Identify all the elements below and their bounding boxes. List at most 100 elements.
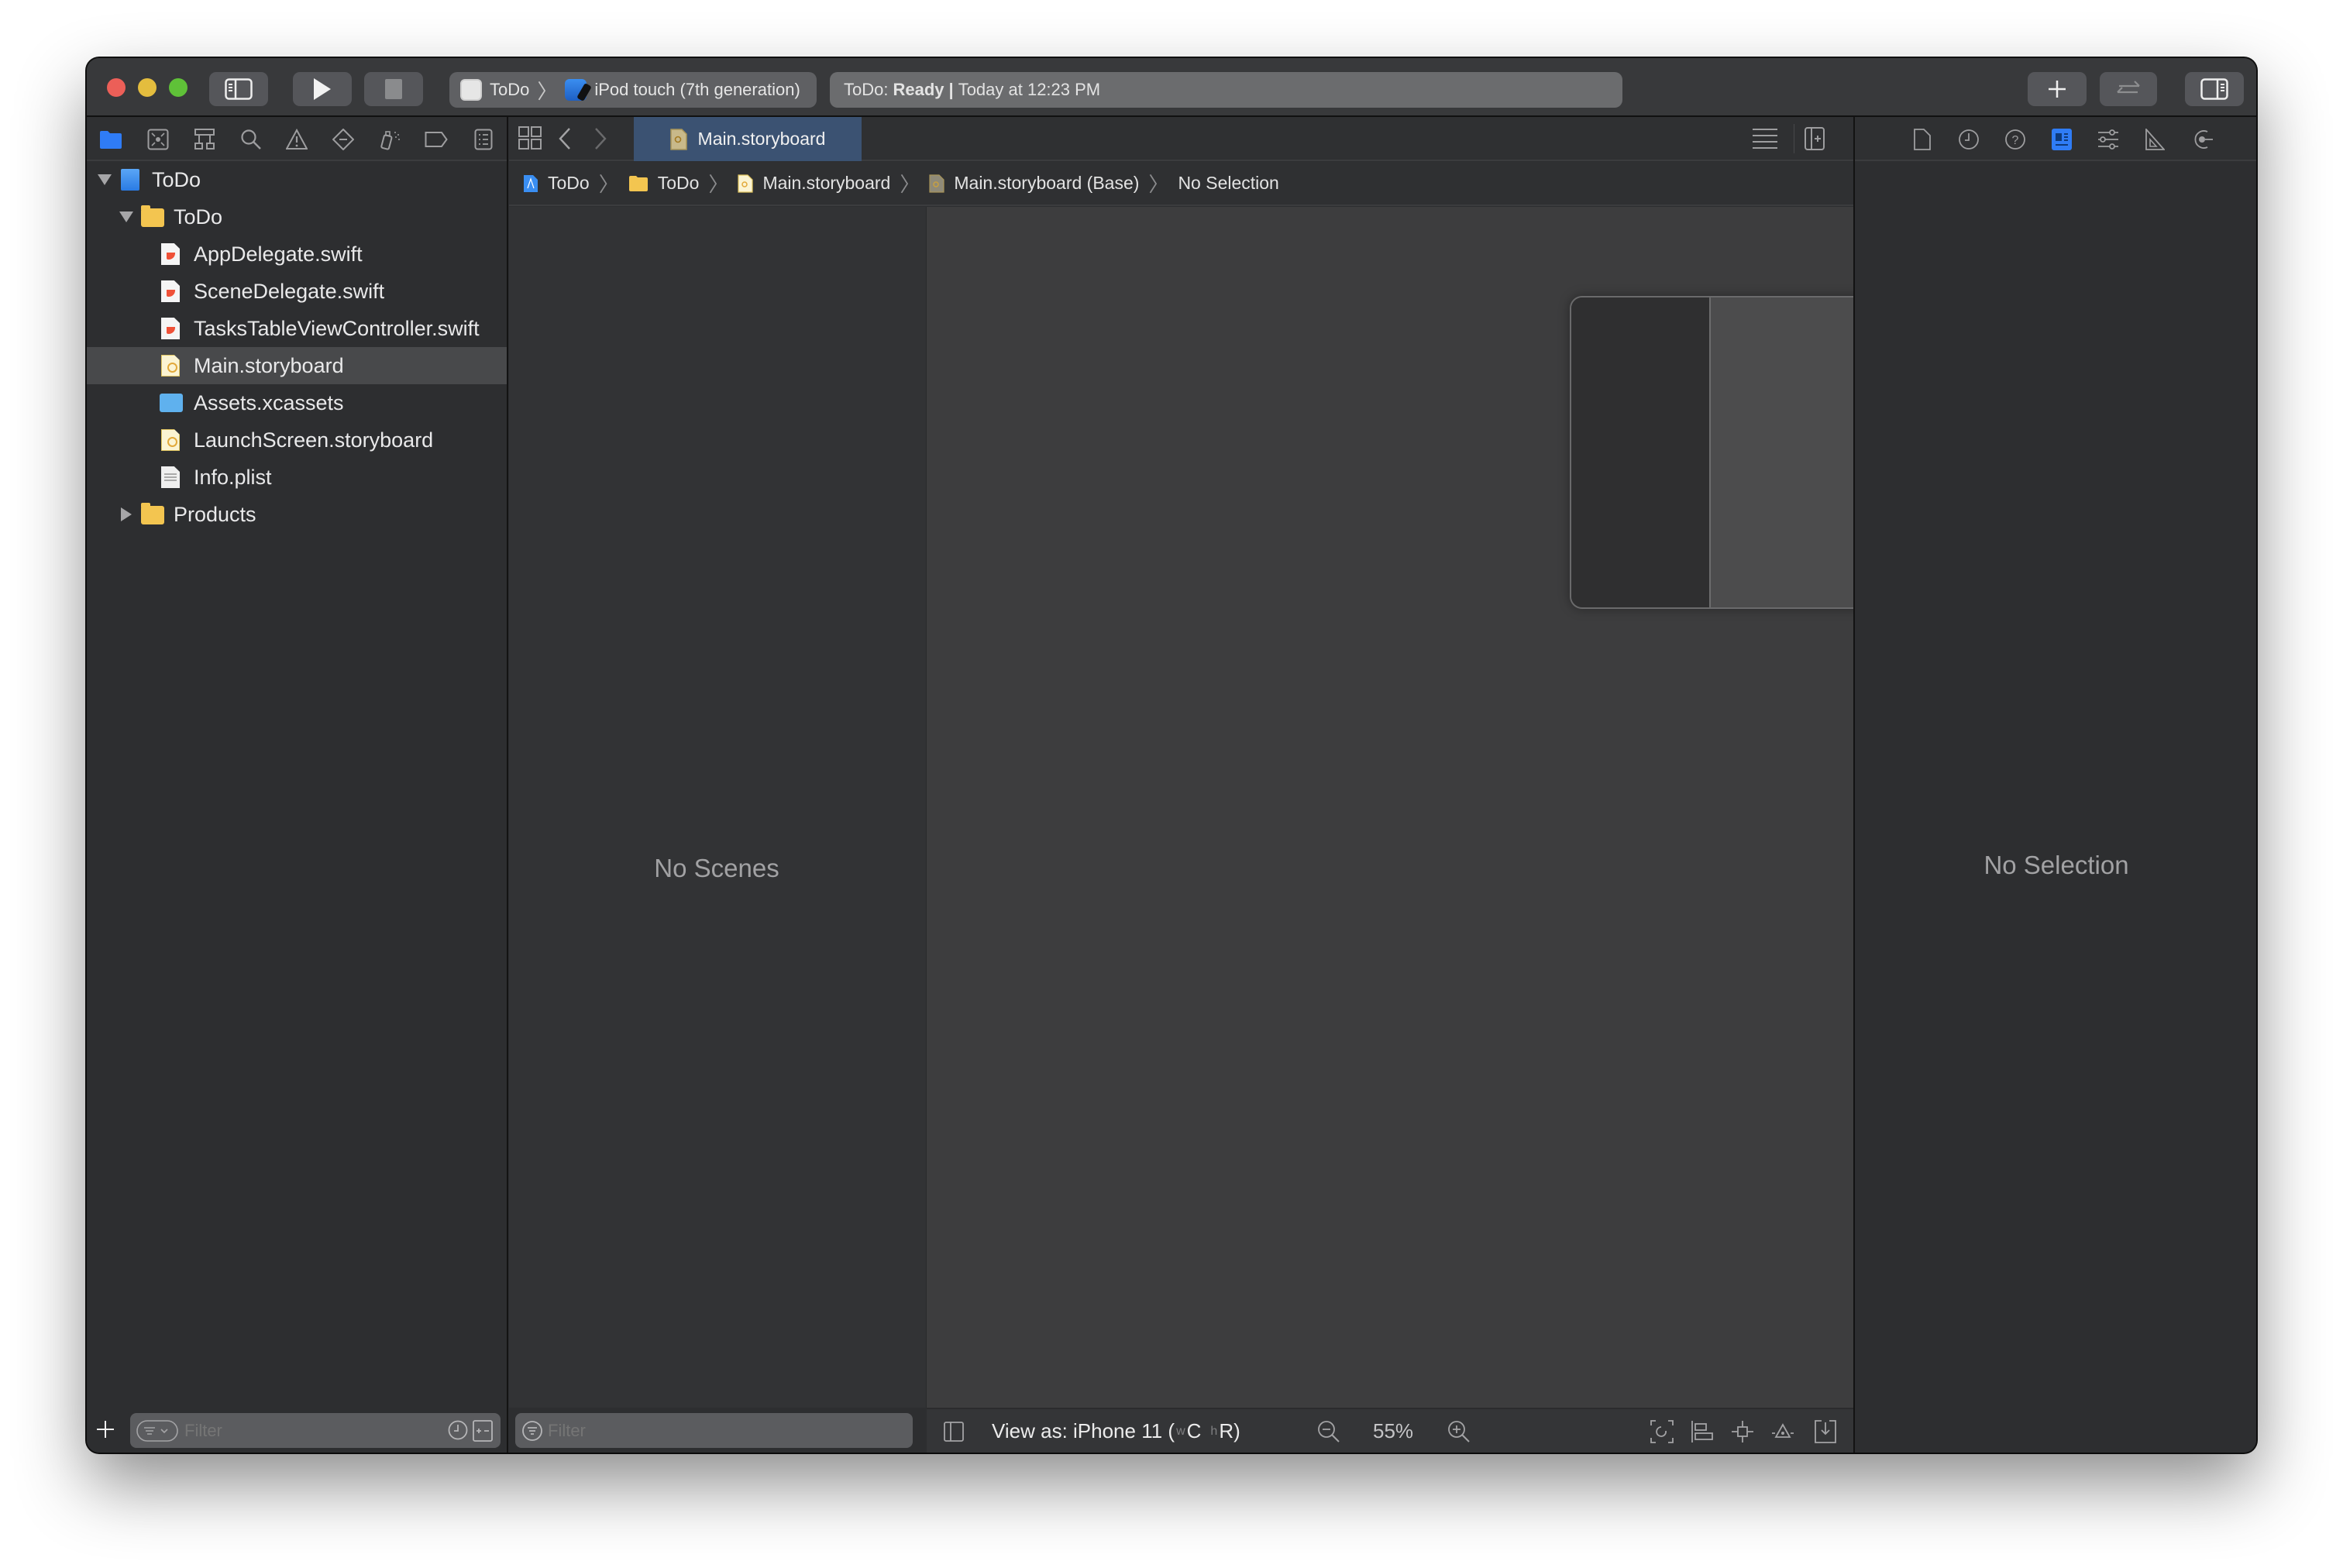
- tab-source-control[interactable]: [145, 126, 171, 153]
- editor-bottom-bar: View as: iPhone 11 ( w C h R ) 55%: [509, 1408, 1854, 1453]
- grid-icon: [518, 126, 542, 150]
- zoom-in-button[interactable]: [1447, 1409, 1471, 1453]
- canvas-bottom-bar: View as: iPhone 11 ( w C h R ) 55%: [927, 1408, 1854, 1453]
- tab-test-navigator[interactable]: [330, 126, 356, 153]
- inspector-pane: ? No Selection: [1853, 117, 2256, 1453]
- scheme-selector[interactable]: ToDo 〉 iPod touch (7th generation): [449, 72, 817, 108]
- breadcrumb-item[interactable]: ToDo: [548, 173, 590, 194]
- debug-spray-icon: [380, 129, 401, 150]
- stop-button[interactable]: [364, 72, 423, 106]
- hierarchy-icon: [194, 129, 215, 150]
- chevron-left-icon: [557, 127, 573, 150]
- navigator-filter-input[interactable]: [184, 1420, 401, 1441]
- tree-item-folder-products[interactable]: Products: [87, 496, 507, 533]
- help-icon: ?: [2004, 129, 2026, 150]
- tree-item-label: SceneDelegate.swift: [194, 279, 385, 303]
- tab-connections-inspector[interactable]: [2190, 126, 2216, 153]
- ruler-triangle-icon: [2145, 129, 2165, 150]
- zoom-out-icon: [1317, 1420, 1340, 1443]
- report-list-icon: [474, 129, 493, 150]
- breadcrumb-item[interactable]: No Selection: [1178, 173, 1278, 194]
- breadcrumb-item[interactable]: Main.storyboard (Base): [954, 173, 1139, 194]
- tab-debug-navigator[interactable]: [377, 126, 404, 153]
- go-forward-button[interactable]: [593, 127, 608, 150]
- tab-issue-navigator[interactable]: [284, 126, 310, 153]
- tree-item-file[interactable]: SceneDelegate.swift: [87, 273, 507, 310]
- disclosure-open-icon[interactable]: [119, 211, 133, 222]
- filter-options-icon[interactable]: [136, 1419, 178, 1442]
- tree-item-file[interactable]: Info.plist: [87, 459, 507, 496]
- scheme-device-label[interactable]: iPod touch (7th generation): [594, 80, 800, 100]
- folder-icon: [628, 175, 649, 192]
- add-constraints-button[interactable]: [1731, 1409, 1754, 1453]
- tab-history-inspector[interactable]: [1956, 126, 1982, 153]
- library-add-button[interactable]: [2028, 72, 2087, 106]
- update-frames-button[interactable]: [1650, 1409, 1674, 1453]
- disclosure-closed-icon[interactable]: [121, 507, 132, 521]
- outline-filter-input[interactable]: [548, 1420, 873, 1441]
- breadcrumb-item[interactable]: Main.storyboard: [762, 173, 890, 194]
- file-icon: [1914, 129, 1931, 150]
- folder-icon: [141, 503, 164, 524]
- breakpoint-icon: [425, 131, 448, 148]
- align-button[interactable]: [1691, 1409, 1714, 1453]
- tab-identity-inspector[interactable]: [2049, 126, 2075, 153]
- tree-item-folder-todo[interactable]: ToDo: [87, 198, 507, 236]
- outline-filter-field[interactable]: [515, 1413, 913, 1448]
- minimize-window-button[interactable]: [138, 78, 157, 97]
- tree-item-file[interactable]: Assets.xcassets: [87, 384, 507, 421]
- lines-icon: [1752, 128, 1778, 150]
- toggle-outline-button[interactable]: [944, 1409, 964, 1453]
- tree-item-file[interactable]: LaunchScreen.storyboard: [87, 421, 507, 459]
- inspector-tab-bar: ?: [1855, 117, 2256, 161]
- tab-symbol-navigator[interactable]: [191, 126, 218, 153]
- tree-item-project-todo[interactable]: ToDo: [87, 161, 507, 198]
- folder-icon: [99, 129, 122, 150]
- tab-report-navigator[interactable]: [470, 126, 497, 153]
- add-editor-button[interactable]: [1805, 127, 1825, 150]
- code-review-button[interactable]: [2100, 72, 2157, 106]
- storyboard-canvas[interactable]: [927, 207, 1883, 1408]
- swift-file-icon: [161, 243, 180, 265]
- canvas-minimap[interactable]: [1570, 296, 1883, 609]
- tab-quick-help-inspector[interactable]: ?: [2002, 126, 2028, 153]
- editor-tab-bar: Main.storyboard: [509, 117, 1854, 161]
- tab-breakpoint-navigator[interactable]: [423, 126, 449, 153]
- toggle-navigator-button[interactable]: [209, 72, 268, 106]
- add-file-button[interactable]: [96, 1420, 115, 1439]
- tab-project-navigator[interactable]: [98, 126, 124, 153]
- resolve-issues-button[interactable]: [1771, 1409, 1794, 1453]
- plus-icon: [96, 1420, 115, 1439]
- tree-item-file-selected[interactable]: Main.storyboard: [87, 347, 507, 384]
- plist-file-icon: [161, 466, 180, 488]
- related-items-button[interactable]: [518, 126, 542, 150]
- go-back-button[interactable]: [557, 127, 573, 150]
- recent-files-clock-icon[interactable]: [448, 1420, 468, 1440]
- run-button[interactable]: [293, 72, 352, 106]
- tab-find-navigator[interactable]: [238, 126, 264, 153]
- jump-bar: ToDo 〉 ToDo 〉 Main.storyboard 〉 Main.sto…: [509, 162, 1854, 206]
- identity-card-icon: [2052, 129, 2072, 150]
- tree-item-file[interactable]: TasksTableViewController.swift: [87, 310, 507, 347]
- tab-file-inspector[interactable]: [1909, 126, 1935, 153]
- navigator-filter-field[interactable]: [130, 1413, 501, 1448]
- tree-item-file[interactable]: AppDelegate.swift: [87, 236, 507, 273]
- zoom-level[interactable]: 55%: [1373, 1409, 1413, 1453]
- breadcrumb-item[interactable]: ToDo: [658, 173, 700, 194]
- tree-item-label: Info.plist: [194, 465, 272, 489]
- swap-arrows-icon: [2114, 79, 2142, 99]
- zoom-out-button[interactable]: [1317, 1409, 1340, 1453]
- close-window-button[interactable]: [107, 78, 126, 97]
- zoom-window-button[interactable]: [169, 78, 188, 97]
- disclosure-open-icon[interactable]: [98, 174, 112, 185]
- toggle-inspector-button[interactable]: [2185, 72, 2244, 106]
- tab-size-inspector[interactable]: [2142, 126, 2168, 153]
- view-as-device-button[interactable]: View as: iPhone 11 ( w C h R ): [992, 1409, 1240, 1453]
- tab-attributes-inspector[interactable]: [2095, 126, 2121, 153]
- sidebar-left-icon: [225, 78, 253, 100]
- tab-main-storyboard[interactable]: Main.storyboard: [634, 117, 862, 161]
- embed-in-button[interactable]: [1815, 1409, 1836, 1453]
- source-control-status-icon[interactable]: [473, 1420, 493, 1442]
- inspector-empty-text: No Selection: [1983, 851, 2129, 879]
- editor-options-button[interactable]: [1752, 128, 1778, 150]
